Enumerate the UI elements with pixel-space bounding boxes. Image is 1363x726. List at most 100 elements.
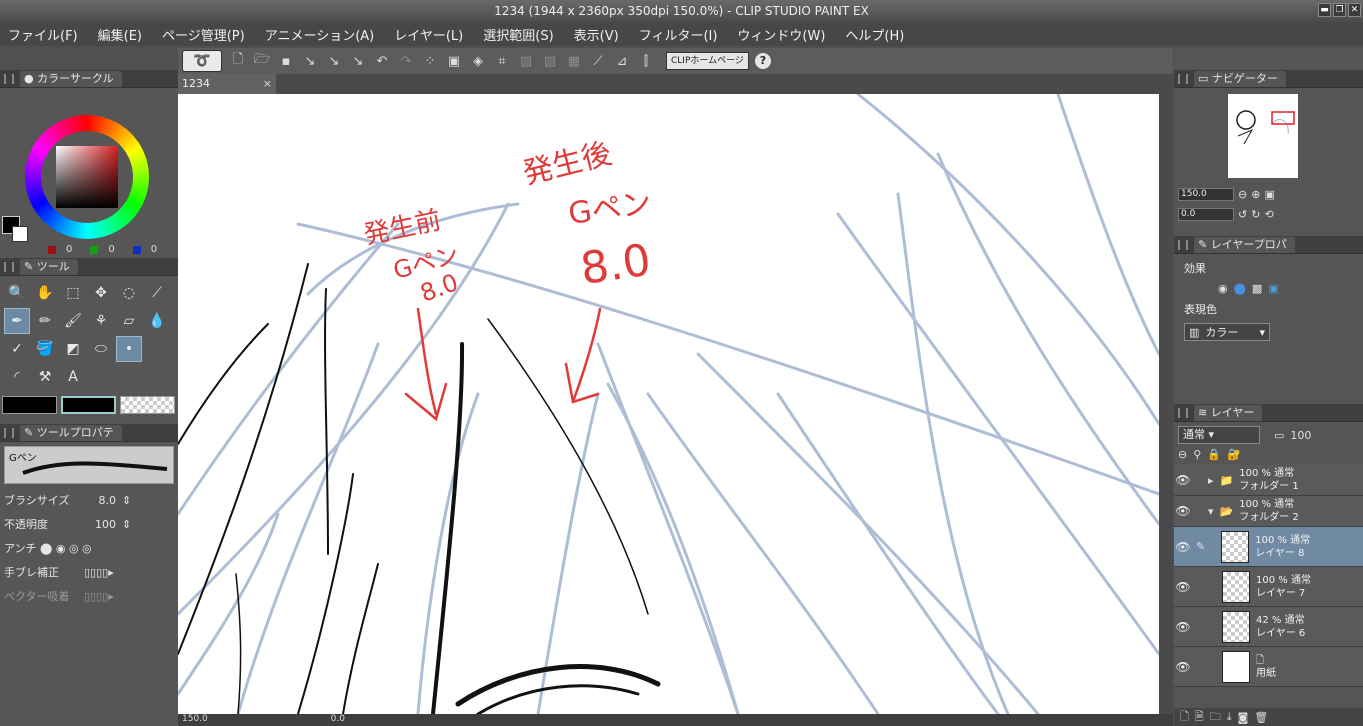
snap-ruler-icon[interactable]: ⟋ — [588, 51, 608, 71]
layer-row[interactable]: 👁 ▾ 📂 100 % 通常 フォルダー 2 — [1174, 496, 1363, 527]
export-icon-2[interactable]: ↘ — [324, 51, 344, 71]
maximize-button[interactable]: ❐ — [1333, 3, 1346, 17]
figure-tool-icon[interactable]: ⬭ — [88, 336, 114, 362]
brush-size-spinner-icon[interactable]: ⇕ — [122, 494, 131, 507]
object-tool-icon[interactable]: ⬚ — [60, 280, 86, 306]
menu-file[interactable]: ファイル(F) — [8, 25, 78, 44]
eraser-tool-icon[interactable]: ▱ — [116, 308, 142, 334]
clear-outside-icon[interactable]: ▣ — [444, 51, 464, 71]
fit-view-icon[interactable]: ▣ — [1264, 188, 1274, 201]
hand-tool-icon[interactable]: ✋ — [32, 280, 58, 306]
expression-color-dropdown[interactable]: ▥ カラー ▾ — [1184, 323, 1270, 341]
new-file-icon[interactable]: 🗋 — [228, 51, 248, 71]
show-selection-icon[interactable]: ▦ — [564, 51, 584, 71]
navigator-zoom-field[interactable]: 150.0 — [1178, 188, 1234, 201]
menu-window[interactable]: ウィンドウ(W) — [737, 25, 825, 44]
blend-mode-select[interactable]: 通常 ▾ — [1178, 426, 1260, 444]
transform-icon[interactable]: ⌗ — [492, 51, 512, 71]
status-angle-value[interactable]: 0.0 — [331, 714, 345, 724]
layer-color-icon[interactable]: ▣ — [1268, 282, 1278, 295]
stabilization-slider[interactable]: ▯▯▯▯▸ — [84, 566, 114, 579]
menu-page[interactable]: ページ管理(P) — [162, 25, 245, 44]
move-tool-icon[interactable]: ✥ — [88, 280, 114, 306]
clear-icon[interactable]: ⁘ — [420, 51, 440, 71]
layer-opacity-value[interactable]: 100 — [1290, 429, 1311, 442]
document-tab[interactable]: 1234 × — [178, 74, 276, 94]
eye-icon[interactable]: 👁 — [1174, 580, 1192, 594]
saturation-value-square[interactable] — [56, 146, 118, 208]
menu-animation[interactable]: アニメーション(A) — [265, 25, 375, 44]
decoration-tool-icon[interactable]: ✓ — [4, 336, 30, 362]
menu-view[interactable]: 表示(V) — [574, 25, 619, 44]
transparent-color-chip[interactable] — [120, 396, 175, 414]
vector-snap-slider[interactable]: ▯▯▯▯▸ — [84, 590, 114, 603]
save-icon[interactable]: ▪ — [276, 51, 296, 71]
tab-tool[interactable]: ✎ ツール — [20, 258, 78, 275]
canvas-vertical-scrollbar[interactable] — [1159, 74, 1173, 714]
brush-size-value[interactable]: 8.0 — [84, 494, 117, 507]
menu-edit[interactable]: 編集(E) — [98, 25, 142, 44]
panel-grip-icon[interactable] — [4, 261, 14, 272]
undo-icon[interactable]: ↶ — [372, 51, 392, 71]
redo-icon[interactable]: ↷ — [396, 51, 416, 71]
drawing-canvas[interactable]: 発生前 Gペン 8.0 発生後 Gペン 8.0 — [178, 94, 1159, 714]
eye-icon[interactable]: 👁 — [1174, 473, 1192, 487]
menu-selection[interactable]: 選択範囲(S) — [483, 25, 553, 44]
tab-color-circle[interactable]: ● カラーサークル — [20, 70, 122, 87]
gradient-tool-icon[interactable]: ◩ — [60, 336, 86, 362]
export-icon[interactable]: ↘ — [300, 51, 320, 71]
lock-layer-icon[interactable]: 🔒 — [1207, 448, 1221, 461]
sub-color-chip[interactable] — [61, 396, 116, 414]
vector-snap-label[interactable]: ベクター吸着 — [4, 588, 84, 604]
text-tool-icon[interactable]: A — [60, 364, 86, 390]
layer-row[interactable]: 👁 ✎ 100 % 通常 レイヤー 8 — [1174, 527, 1363, 567]
navigator-thumbnail[interactable] — [1228, 94, 1298, 178]
pencil-tool-icon[interactable]: ✏ — [32, 308, 58, 334]
panel-grip-icon[interactable] — [1178, 73, 1188, 84]
panel-grip-icon[interactable] — [4, 427, 14, 438]
pen-tool-icon[interactable]: ✒ — [4, 308, 30, 334]
eye-icon[interactable]: 👁 — [1174, 540, 1192, 554]
menu-layer[interactable]: レイヤー(L) — [394, 25, 463, 44]
lasso-tool-icon[interactable]: ◌ — [116, 280, 142, 306]
layer-row[interactable]: 👁 🗋 用紙 — [1174, 647, 1363, 687]
antialias-medium-icon[interactable]: ◎ — [69, 542, 79, 555]
layer-row[interactable]: 👁 100 % 通常 レイヤー 7 — [1174, 567, 1363, 607]
delete-layer-icon[interactable]: 🗑 — [1254, 711, 1268, 724]
blend-tool-icon[interactable]: 💧 — [144, 308, 170, 334]
new-raster-layer-icon[interactable]: 🗋 — [1180, 708, 1189, 726]
eye-icon[interactable]: 👁 — [1174, 660, 1192, 674]
antialias-none-icon[interactable]: ⬤ — [40, 542, 52, 555]
invert-selection-icon[interactable]: ▧ — [540, 51, 560, 71]
reset-rotation-icon[interactable]: ⟲ — [1264, 208, 1273, 221]
panel-grip-icon[interactable] — [1178, 239, 1188, 250]
merge-down-icon[interactable]: ⤓ — [1227, 710, 1232, 724]
deselect-icon[interactable]: ▨ — [516, 51, 536, 71]
eyedropper-tool-icon[interactable]: ⟋ — [144, 280, 170, 306]
airbrush-tool-icon[interactable]: ⚘ — [88, 308, 114, 334]
eye-icon[interactable]: 👁 — [1174, 620, 1192, 634]
extract-line-icon[interactable]: ⬤ — [1234, 282, 1246, 295]
collapse-folder-icon[interactable]: ▾ — [1208, 505, 1214, 518]
menu-help[interactable]: ヘルプ(H) — [845, 25, 904, 44]
panel-grip-icon[interactable] — [1178, 407, 1188, 418]
balloon-tool-icon[interactable]: ◜ — [4, 364, 30, 390]
layer-mask-icon[interactable]: ◙ — [1238, 711, 1249, 724]
clip-homepage-button[interactable]: CLIPホームページ — [666, 52, 749, 70]
tab-layer-property[interactable]: ✎ レイヤープロパ — [1194, 236, 1295, 253]
close-button[interactable]: ✕ — [1348, 3, 1361, 17]
layer-row[interactable]: 👁 42 % 通常 レイヤー 6 — [1174, 607, 1363, 647]
panel-grip-icon[interactable] — [4, 73, 14, 84]
lock-transparency-icon[interactable]: 🔐 — [1227, 448, 1241, 461]
new-folder-icon[interactable]: 🗀 — [1210, 708, 1221, 726]
export-icon-3[interactable]: ↘ — [348, 51, 368, 71]
zoom-in-icon[interactable]: ⊕ — [1251, 188, 1260, 201]
menu-filter[interactable]: フィルター(I) — [639, 25, 718, 44]
snap-grid-icon[interactable]: ⫿ — [636, 51, 656, 71]
tab-layer[interactable]: ≋ レイヤー — [1194, 404, 1263, 421]
help-button[interactable]: ? — [754, 53, 771, 69]
fill-icon[interactable]: ◈ — [468, 51, 488, 71]
opacity-spinner-icon[interactable]: ⇕ — [122, 518, 131, 531]
tab-tool-property[interactable]: ✎ ツールプロパテ — [20, 424, 122, 441]
zoom-out-icon[interactable]: ⊖ — [1238, 188, 1247, 201]
